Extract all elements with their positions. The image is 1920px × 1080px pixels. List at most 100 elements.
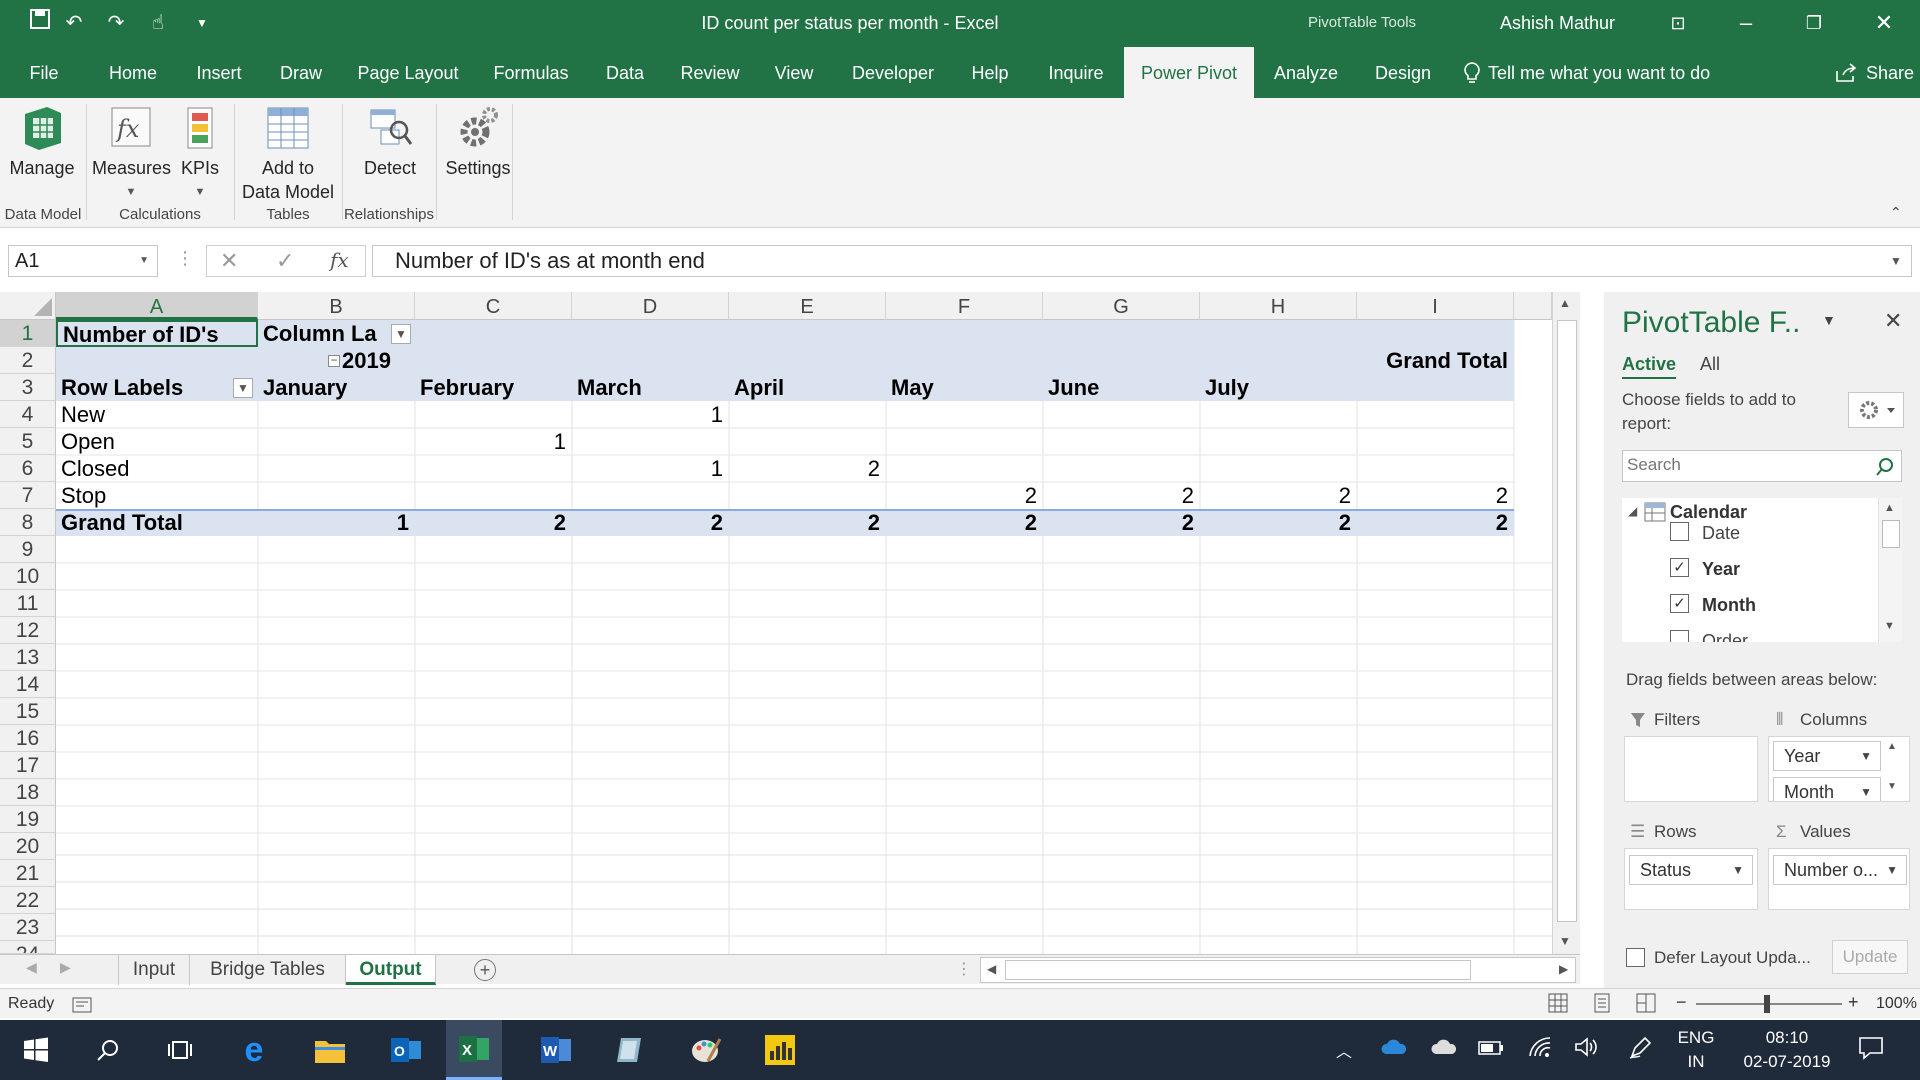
row-header-6[interactable]: 6	[0, 455, 56, 482]
clock-time[interactable]: 08:10	[1732, 1028, 1842, 1048]
row-label-open[interactable]: Open	[56, 428, 258, 455]
enter-icon[interactable]: ✓	[276, 248, 294, 274]
total-july[interactable]: 2	[1200, 509, 1357, 536]
cell-stop-may[interactable]: 2	[886, 482, 1043, 509]
row-header-15[interactable]: 15	[0, 698, 56, 725]
page-break-view-icon[interactable]	[1636, 993, 1656, 1013]
zoom-level[interactable]: 100%	[1876, 995, 1917, 1013]
normal-view-icon[interactable]	[1548, 993, 1568, 1013]
tab-file[interactable]: File	[14, 47, 74, 98]
sheet-tab-output[interactable]: Output	[346, 955, 436, 985]
tab-view[interactable]: View	[764, 47, 824, 98]
search-taskbar-icon[interactable]	[88, 1030, 128, 1070]
row-header-10[interactable]: 10	[0, 563, 56, 590]
power-bi-icon[interactable]	[760, 1030, 800, 1070]
field-label-month[interactable]: Month	[1702, 595, 1756, 616]
cell-stop-march[interactable]	[572, 482, 729, 509]
values-chip-number[interactable]: Number o... ▼	[1773, 855, 1907, 885]
row-header-13[interactable]: 13	[0, 644, 56, 671]
wifi-icon[interactable]	[1528, 1036, 1552, 1063]
scroll-right-icon[interactable]: ▶	[1559, 962, 1568, 976]
total-february[interactable]: 2	[415, 509, 572, 536]
field-list[interactable]: ◢ Calendar Date ✓ Year ✓ Month Order ▲ ▼	[1622, 498, 1902, 642]
macro-recording-icon[interactable]	[72, 995, 92, 1013]
row-label-new[interactable]: New	[56, 401, 258, 428]
field-search-input[interactable]	[1623, 451, 1863, 479]
paint-icon[interactable]	[686, 1030, 726, 1070]
zoom-slider-thumb[interactable]	[1764, 995, 1770, 1013]
total-grand[interactable]: 2	[1357, 509, 1514, 536]
next-sheet-icon[interactable]: ▶	[60, 959, 71, 976]
row-label-closed[interactable]: Closed	[56, 455, 258, 482]
insert-function-icon[interactable]: fx	[330, 248, 349, 272]
row-header-16[interactable]: 16	[0, 725, 56, 752]
row-label-stop[interactable]: Stop	[56, 482, 258, 509]
field-label-date[interactable]: Date	[1702, 523, 1740, 544]
values-chip-number-dropdown-icon[interactable]: ▼	[1886, 856, 1898, 884]
tab-splitter-icon[interactable]: ⋮	[956, 959, 972, 979]
row-header-24[interactable]: 24	[0, 941, 56, 954]
cell-stop-july[interactable]: 2	[1200, 482, 1357, 509]
cell-stop-april[interactable]	[729, 482, 886, 509]
cell-open-february[interactable]: 1	[415, 428, 572, 455]
tab-power-pivot[interactable]: Power Pivot	[1124, 47, 1254, 98]
close-icon[interactable]: ✕	[1862, 4, 1906, 42]
edge-icon[interactable]: e	[234, 1030, 274, 1070]
name-box-dropdown-icon[interactable]: ▼	[139, 246, 149, 276]
worksheet-grid[interactable]: A B C D E F G H I 1 2 3 4 5 6 7 8 9 10 1…	[0, 292, 1580, 954]
tab-insert[interactable]: Insert	[184, 47, 254, 98]
cell-open-july[interactable]	[1200, 428, 1357, 455]
word-icon[interactable]: W	[536, 1030, 576, 1070]
start-icon[interactable]	[16, 1030, 56, 1070]
zoom-out-icon[interactable]: −	[1676, 992, 1687, 1013]
tab-review[interactable]: Review	[670, 47, 750, 98]
sheet-tab-input[interactable]: Input	[118, 955, 190, 985]
show-hidden-icons[interactable]: ︿	[1336, 1038, 1352, 1062]
cell-closed-february[interactable]	[415, 455, 572, 482]
formula-input[interactable]: Number of ID's as at month end	[372, 245, 1912, 277]
cell-stop-june[interactable]: 2	[1043, 482, 1200, 509]
cell-closed-total[interactable]	[1357, 455, 1514, 482]
defer-layout-checkbox[interactable]	[1626, 948, 1645, 967]
field-list-scroll-up-icon[interactable]: ▲	[1884, 502, 1895, 514]
pane-tab-active[interactable]: Active	[1622, 354, 1677, 379]
row-header-22[interactable]: 22	[0, 887, 56, 914]
pen-ink-icon[interactable]	[1628, 1036, 1652, 1065]
minimize-icon[interactable]: –	[1724, 4, 1768, 42]
cell-new-july[interactable]	[1200, 401, 1357, 428]
grand-total-label[interactable]: Grand Total	[56, 509, 258, 536]
language-eng[interactable]: ENG	[1674, 1028, 1718, 1048]
cell-closed-january[interactable]	[258, 455, 415, 482]
tab-draw[interactable]: Draw	[268, 47, 334, 98]
horizontal-scroll-thumb[interactable]	[1005, 960, 1471, 980]
field-checkbox-date[interactable]	[1670, 522, 1689, 541]
defer-layout-label[interactable]: Defer Layout Upda...	[1654, 948, 1811, 968]
field-list-scroll-down-icon[interactable]: ▼	[1884, 620, 1895, 632]
ribbon-display-icon[interactable]: ⊡	[1656, 4, 1700, 42]
total-april[interactable]: 2	[729, 509, 886, 536]
tab-formulas[interactable]: Formulas	[484, 47, 578, 98]
tab-data[interactable]: Data	[594, 47, 656, 98]
horizontal-scrollbar[interactable]: ◀ ▶	[980, 957, 1576, 983]
pane-tab-all[interactable]: All	[1700, 354, 1720, 375]
user-name[interactable]: Ashish Mathur	[1500, 13, 1615, 34]
scroll-left-icon[interactable]: ◀	[987, 962, 996, 976]
cell-new-may[interactable]	[886, 401, 1043, 428]
row-header-12[interactable]: 12	[0, 617, 56, 644]
row-header-5[interactable]: 5	[0, 428, 56, 455]
cell-new-june[interactable]	[1043, 401, 1200, 428]
excel-taskbar-active[interactable]: X	[446, 1020, 502, 1080]
add-to-data-model-button[interactable]: Add to Data Model	[238, 104, 338, 204]
field-checkbox-year[interactable]: ✓	[1670, 558, 1689, 577]
tab-design[interactable]: Design	[1366, 47, 1440, 98]
share-icon[interactable]	[1832, 47, 1860, 98]
columns-chip-month[interactable]: Month ▼	[1773, 777, 1881, 801]
cell-open-march[interactable]	[572, 428, 729, 455]
rows-chip-status[interactable]: Status ▼	[1629, 855, 1753, 885]
cell-new-january[interactable]	[258, 401, 415, 428]
row-labels-filter-icon[interactable]: ▼	[233, 378, 253, 398]
row-header-23[interactable]: 23	[0, 914, 56, 941]
total-may[interactable]: 2	[886, 509, 1043, 536]
field-checkbox-order[interactable]	[1670, 630, 1689, 642]
column-labels-filter-icon[interactable]: ▼	[391, 324, 411, 344]
